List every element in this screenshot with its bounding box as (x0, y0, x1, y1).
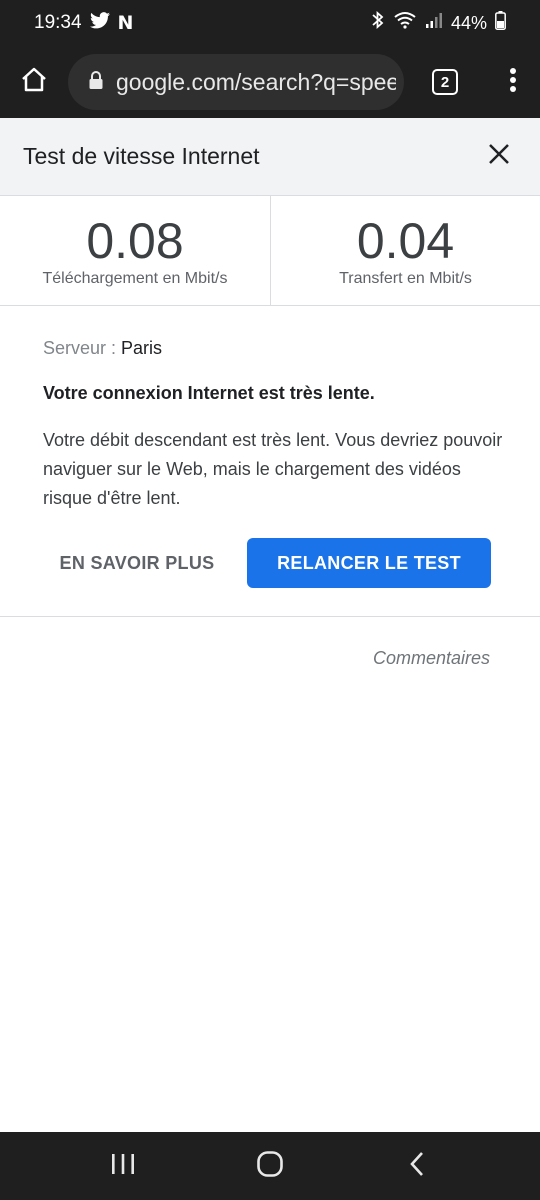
recents-button[interactable] (93, 1136, 153, 1196)
result-description: Votre débit descendant est très lent. Vo… (43, 430, 503, 508)
status-left: 19:34 N (34, 11, 134, 35)
home-button[interactable] (0, 46, 68, 118)
server-line: Serveur : Paris (43, 338, 503, 359)
home-nav-button[interactable] (240, 1136, 300, 1196)
learn-more-button[interactable]: EN SAVOIR PLUS (44, 538, 230, 588)
system-nav-bar (0, 1132, 540, 1200)
result-details: Serveur : Paris Votre connexion Internet… (43, 338, 503, 513)
server-name: Paris (121, 338, 163, 358)
home-circle-icon (256, 1150, 284, 1183)
battery-icon (495, 10, 506, 36)
battery-percent: 44% (450, 12, 487, 33)
download-label: Téléchargement en Mbit/s (42, 270, 228, 287)
browser-toolbar: google.com/search?q=speed+test 2 (0, 46, 540, 118)
close-button[interactable] (482, 140, 516, 174)
signal-icon (425, 11, 443, 35)
menu-button[interactable] (486, 46, 540, 118)
card-header: Test de vitesse Internet (0, 118, 540, 196)
url-bar[interactable]: google.com/search?q=speed+test (68, 54, 404, 110)
status-bar: 19:34 N 44% (0, 0, 540, 46)
tab-switcher-button[interactable]: 2 (404, 46, 486, 118)
status-right: 44% (371, 10, 506, 36)
download-value: 0.08 (86, 213, 184, 269)
speed-results: 0.08 Téléchargement en Mbit/s 0.04 Trans… (0, 196, 540, 306)
download-result: 0.08 Téléchargement en Mbit/s (0, 196, 270, 306)
recents-icon (110, 1152, 136, 1181)
back-chevron-icon (408, 1151, 426, 1182)
feedback-link[interactable]: Commentaires (373, 648, 490, 669)
divider (0, 616, 540, 617)
back-button[interactable] (387, 1136, 447, 1196)
upload-result: 0.04 Transfert en Mbit/s (270, 196, 540, 306)
lock-icon (88, 70, 104, 95)
netflix-icon: N (117, 12, 134, 34)
url-text: google.com/search?q=speed+test (116, 68, 396, 95)
tab-count: 2 (432, 69, 458, 95)
action-buttons: EN SAVOIR PLUS RELANCER LE TEST (0, 538, 540, 588)
close-icon (488, 143, 510, 170)
upload-value: 0.04 (356, 213, 455, 269)
server-label: Serveur : (43, 338, 122, 358)
retest-button[interactable]: RELANCER LE TEST (247, 538, 491, 588)
wifi-icon (393, 10, 417, 36)
upload-label: Transfert en Mbit/s (339, 270, 472, 287)
bluetooth-icon (371, 10, 385, 36)
home-icon (20, 66, 48, 99)
card-title: Test de vitesse Internet (23, 143, 260, 169)
twitter-icon (89, 11, 110, 35)
status-time: 19:34 (34, 12, 82, 33)
more-vert-icon (509, 67, 517, 98)
result-headline: Votre connexion Internet est très lente. (43, 383, 375, 403)
